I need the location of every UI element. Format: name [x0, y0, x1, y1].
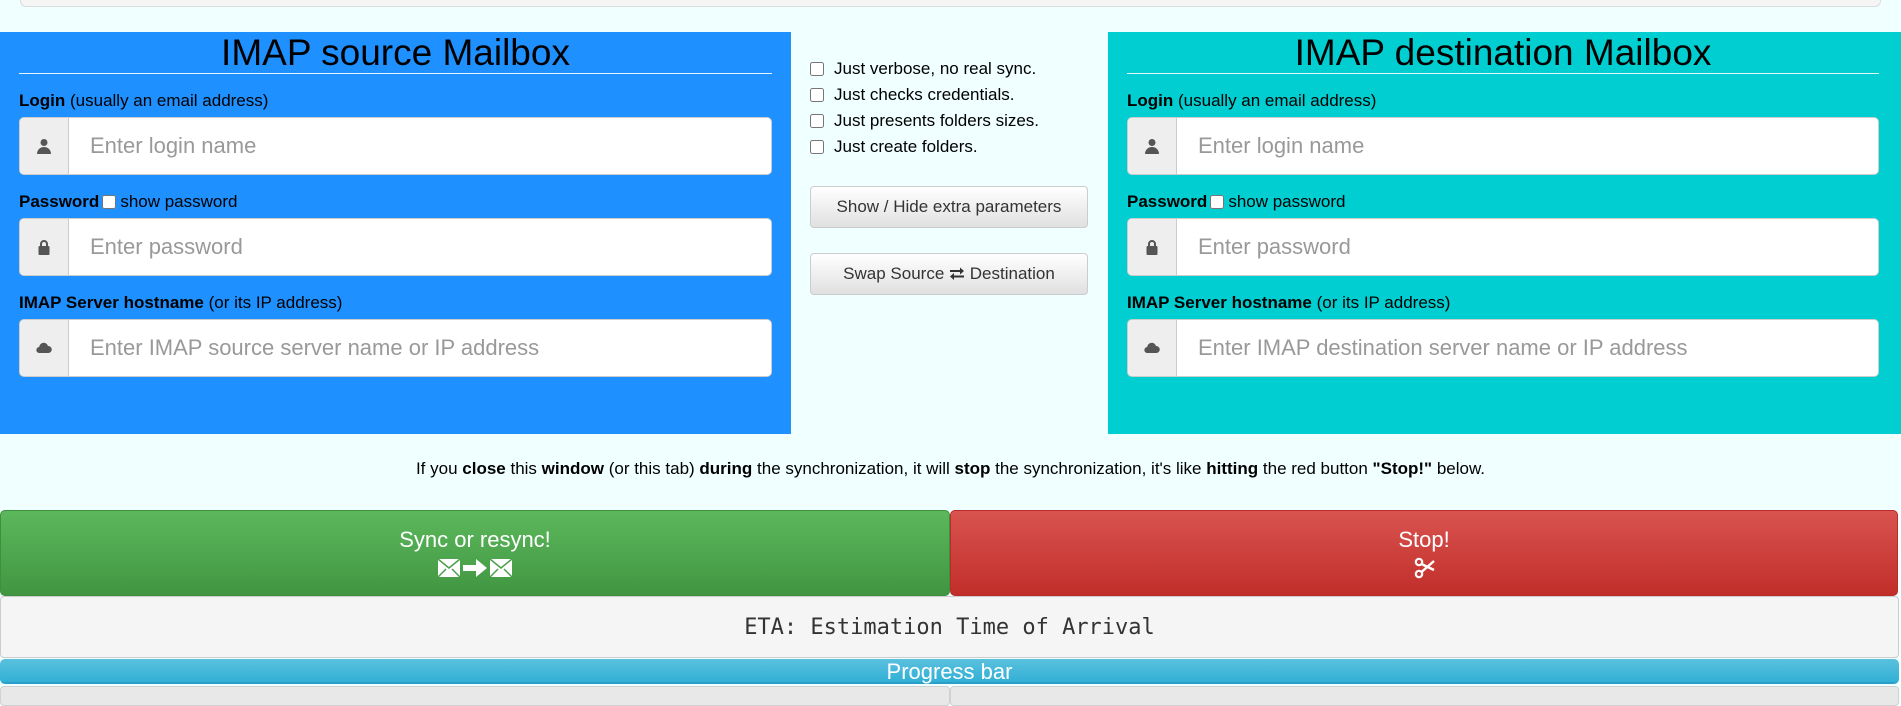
destination-password-input[interactable] [1177, 219, 1878, 275]
destination-server-input[interactable] [1177, 320, 1878, 376]
source-server-label-hint: (or its IP address) [208, 293, 343, 312]
swap-arrows-icon [949, 265, 965, 285]
swap-label-suffix: Destination [969, 263, 1055, 283]
option-folder-sizes-checkbox[interactable] [810, 114, 824, 128]
source-show-password-checkbox[interactable] [102, 195, 117, 209]
top-panel [20, 0, 1881, 7]
option-verbose-checkbox[interactable] [810, 62, 824, 76]
destination-login-group [1127, 117, 1879, 175]
warning-part: (or this tab) [603, 459, 700, 478]
source-login-group [19, 117, 772, 175]
lock-icon [20, 219, 69, 275]
stop-button-label: Stop! [1398, 527, 1450, 552]
option-create-folders[interactable]: Just create folders. [810, 134, 1088, 160]
bottom-panels [0, 686, 1901, 706]
source-password-group [19, 218, 772, 276]
option-folder-sizes-label: Just presents folders sizes. [834, 111, 1040, 130]
warning-part: during [699, 459, 753, 478]
destination-login-label-bold: Login [1127, 91, 1174, 110]
swap-source-destination-button[interactable]: Swap Source Destination [810, 253, 1088, 295]
destination-mailbox-title: IMAP destination Mailbox [1127, 32, 1879, 74]
source-mailbox-title: IMAP source Mailbox [19, 32, 772, 74]
user-icon [20, 118, 69, 174]
destination-server-label: IMAP Server hostname (or its IP address) [1127, 292, 1879, 314]
sync-button-label: Sync or resync! [399, 527, 551, 552]
swap-label-prefix: Swap Source [843, 263, 945, 283]
destination-login-label: Login (usually an email address) [1127, 90, 1879, 112]
options-panel: Just verbose, no real sync. Just checks … [810, 56, 1088, 295]
destination-password-group [1127, 218, 1879, 276]
sync-icons [438, 557, 512, 579]
option-check-credentials[interactable]: Just checks credentials. [810, 82, 1088, 108]
source-mailbox-panel: IMAP source Mailbox Login (usually an em… [0, 32, 791, 434]
destination-password-label: Password show password [1127, 191, 1879, 213]
progress-bar-label: Progress bar [886, 659, 1013, 684]
warning-part: window [541, 459, 604, 478]
source-server-label: IMAP Server hostname (or its IP address) [19, 292, 772, 314]
scissors-icon [1413, 557, 1435, 579]
envelope-icon [490, 559, 512, 577]
warning-part: stop [954, 459, 991, 478]
bottom-panel-right [950, 686, 1899, 706]
source-login-label-hint: (usually an email address) [70, 91, 269, 110]
arrow-right-icon [463, 559, 487, 577]
stop-button[interactable]: Stop! [950, 510, 1898, 596]
warning-part: this [505, 459, 542, 478]
source-server-group [19, 319, 772, 377]
destination-show-password-checkbox[interactable] [1210, 195, 1225, 209]
warning-part: close [462, 459, 506, 478]
option-create-folders-checkbox[interactable] [810, 140, 824, 154]
destination-password-label-bold: Password [1127, 192, 1208, 211]
warning-part: below. [1432, 459, 1486, 478]
lock-icon [1128, 219, 1177, 275]
warning-part: the red button [1258, 459, 1373, 478]
show-hide-extra-parameters-button[interactable]: Show / Hide extra parameters [810, 186, 1088, 228]
destination-login-input[interactable] [1177, 118, 1878, 174]
warning-part: the synchronization, it's like [990, 459, 1207, 478]
option-create-folders-label: Just create folders. [834, 137, 978, 156]
destination-server-label-bold: IMAP Server hostname [1127, 293, 1312, 312]
eta-text: ETA: Estimation Time of Arrival [744, 614, 1155, 640]
source-password-label-bold: Password [19, 192, 100, 211]
source-server-label-bold: IMAP Server hostname [19, 293, 204, 312]
user-icon [1128, 118, 1177, 174]
cloud-icon [20, 320, 69, 376]
destination-server-label-hint: (or its IP address) [1316, 293, 1451, 312]
progress-bar: Progress bar [0, 659, 1899, 684]
option-check-credentials-label: Just checks credentials. [834, 85, 1015, 104]
bottom-panel-left [0, 686, 950, 706]
source-password-label: Password show password [19, 191, 772, 213]
progress-bar-fill: Progress bar [0, 659, 1899, 684]
source-login-input[interactable] [69, 118, 771, 174]
cloud-icon [1128, 320, 1177, 376]
warning-part: hitting [1206, 459, 1259, 478]
warning-part: If you [415, 459, 463, 478]
source-server-input[interactable] [69, 320, 771, 376]
eta-display: ETA: Estimation Time of Arrival [0, 596, 1899, 658]
option-folder-sizes[interactable]: Just presents folders sizes. [810, 108, 1088, 134]
source-password-input[interactable] [69, 219, 771, 275]
warning-part: "Stop!" [1372, 459, 1433, 478]
source-login-label-bold: Login [19, 91, 66, 110]
destination-show-password-label: show password [1228, 192, 1346, 211]
destination-mailbox-panel: IMAP destination Mailbox Login (usually … [1108, 32, 1901, 434]
close-window-warning: If you close this window (or this tab) d… [0, 459, 1901, 479]
warning-part: the synchronization, it will [752, 459, 955, 478]
option-verbose[interactable]: Just verbose, no real sync. [810, 56, 1088, 82]
destination-login-label-hint: (usually an email address) [1178, 91, 1377, 110]
source-login-label: Login (usually an email address) [19, 90, 772, 112]
destination-server-group [1127, 319, 1879, 377]
source-show-password-label: show password [120, 192, 238, 211]
sync-button[interactable]: Sync or resync! [0, 510, 950, 596]
option-verbose-label: Just verbose, no real sync. [834, 59, 1037, 78]
option-check-credentials-checkbox[interactable] [810, 88, 824, 102]
envelope-icon [438, 559, 460, 577]
